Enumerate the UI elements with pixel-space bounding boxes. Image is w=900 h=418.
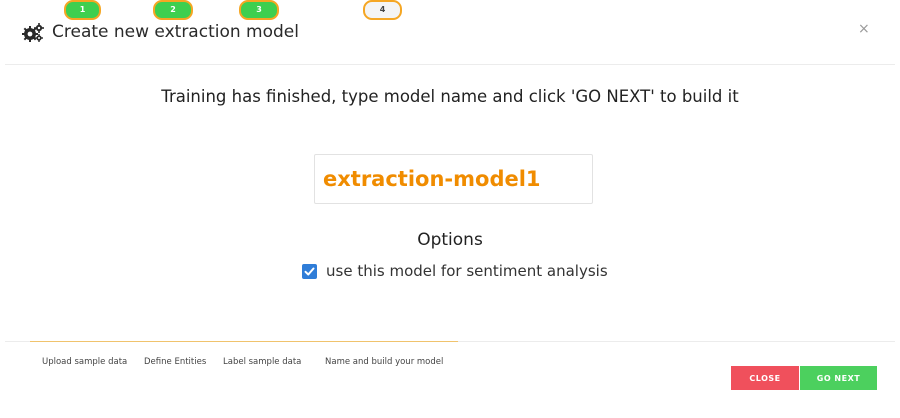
- check-icon: [304, 267, 315, 276]
- stepper-track: [30, 341, 458, 342]
- close-button[interactable]: CLOSE: [731, 366, 799, 390]
- step-1-indicator[interactable]: 1: [64, 0, 101, 20]
- sentiment-checkbox[interactable]: [302, 264, 317, 279]
- close-icon[interactable]: ×: [858, 22, 870, 36]
- modal-header: Create new extraction model ×: [5, 0, 895, 65]
- step-1-label: Upload sample data: [42, 357, 128, 367]
- model-name-input[interactable]: [314, 154, 593, 204]
- step-3-label: Label sample data: [223, 357, 302, 367]
- options-heading: Options: [417, 230, 483, 250]
- step-3-indicator[interactable]: 3: [239, 0, 279, 20]
- step-4-label: Name and build your model: [325, 357, 444, 367]
- create-model-modal: Create new extraction model × Training h…: [5, 0, 895, 418]
- step-4-indicator[interactable]: 4: [363, 0, 402, 20]
- step-2-label: Define Entities: [144, 357, 207, 367]
- step-2-indicator[interactable]: 2: [153, 0, 193, 20]
- go-next-button[interactable]: GO NEXT: [800, 366, 877, 390]
- modal-title: Create new extraction model: [52, 22, 299, 42]
- sentiment-option-label: use this model for sentiment analysis: [326, 262, 608, 280]
- instruction-message: Training has finished, type model name a…: [161, 87, 739, 106]
- gears-icon: [22, 23, 44, 42]
